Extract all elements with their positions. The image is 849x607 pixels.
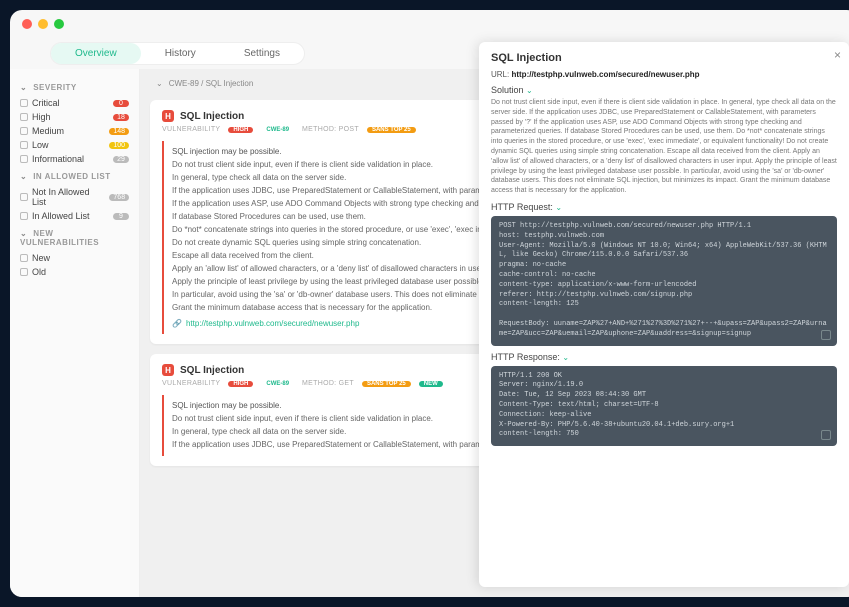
severity-icon: H (162, 364, 174, 376)
card-title: SQL Injection (180, 111, 244, 122)
filter-label: Informational (32, 154, 84, 164)
filter-in-allowed-list[interactable]: In Allowed List 9 (20, 209, 129, 223)
count-badge: 100 (109, 142, 129, 149)
new-badge: NEW (419, 381, 443, 387)
checkbox-icon[interactable] (20, 127, 28, 135)
checkbox-icon[interactable] (20, 113, 28, 121)
severity-badge: HIGH (228, 381, 253, 387)
count-badge: 9 (113, 213, 129, 220)
filter-medium[interactable]: Medium 148 (20, 124, 129, 138)
close-icon[interactable]: × (834, 48, 841, 62)
sans-badge: SANS TOP 25 (367, 127, 416, 133)
filter-low[interactable]: Low 100 (20, 138, 129, 152)
checkbox-icon[interactable] (20, 193, 28, 201)
request-heading[interactable]: HTTP Request: ⌄ (491, 202, 837, 212)
card-title: SQL Injection (180, 365, 244, 376)
filter-old[interactable]: Old (20, 265, 129, 279)
sidebar: ⌄SEVERITY Critical 0 High 18 Medium 148 Low 100… (10, 69, 140, 597)
titlebar (10, 10, 849, 38)
filter-label: Old (32, 267, 46, 277)
solution-text: Do not trust client side input, even if … (491, 98, 837, 196)
vuln-label: VULNERABILITY (162, 126, 220, 133)
tab-overview[interactable]: Overview (51, 43, 141, 64)
copy-icon[interactable] (821, 430, 831, 440)
tab-history[interactable]: History (141, 43, 220, 64)
count-badge: 18 (113, 114, 129, 121)
count-badge: 0 (113, 100, 129, 107)
response-heading[interactable]: HTTP Response: ⌄ (491, 352, 837, 362)
sidebar-newvuln-heading: ⌄NEW VULNERABILITIES (20, 229, 129, 247)
filter-label: Critical (32, 98, 60, 108)
copy-icon[interactable] (821, 330, 831, 340)
checkbox-icon[interactable] (20, 212, 28, 220)
filter-informational[interactable]: Informational 29 (20, 152, 129, 166)
filter-label: New (32, 253, 50, 263)
link-icon: 🔗 (172, 319, 182, 328)
filter-critical[interactable]: Critical 0 (20, 96, 129, 110)
tab-settings[interactable]: Settings (220, 43, 304, 64)
vuln-label: VULNERABILITY (162, 380, 220, 387)
checkbox-icon[interactable] (20, 254, 28, 262)
checkbox-icon[interactable] (20, 141, 28, 149)
severity-badge: HIGH (228, 127, 253, 133)
filter-label: Low (32, 140, 49, 150)
filter-high[interactable]: High 18 (20, 110, 129, 124)
request-code: POST http://testphp.vulnweb.com/secured/… (491, 216, 837, 346)
filter-new[interactable]: New (20, 251, 129, 265)
filter-label: In Allowed List (32, 211, 90, 221)
close-dot[interactable] (22, 19, 32, 29)
sidebar-allowed-heading: ⌄IN ALLOWED LIST (20, 172, 129, 181)
panel-title: SQL Injection (491, 52, 837, 64)
checkbox-icon[interactable] (20, 155, 28, 163)
app-window: Overview History Settings ⌄SEVERITY Crit… (10, 10, 849, 597)
vuln-url[interactable]: http://testphp.vulnweb.com/secured/newus… (186, 319, 359, 328)
cwe-badge: CWE-89 (261, 381, 294, 387)
filter-label: Medium (32, 126, 64, 136)
maximize-dot[interactable] (54, 19, 64, 29)
detail-panel: × SQL Injection URL: http://testphp.vuln… (479, 42, 849, 587)
filter-label: Not In Allowed List (32, 187, 105, 207)
minimize-dot[interactable] (38, 19, 48, 29)
count-badge: 29 (113, 156, 129, 163)
checkbox-icon[interactable] (20, 99, 28, 107)
sidebar-severity-heading: ⌄SEVERITY (20, 83, 129, 92)
panel-url: URL: http://testphp.vulnweb.com/secured/… (491, 70, 837, 79)
response-code: HTTP/1.1 200 OK Server: nginx/1.19.0 Dat… (491, 366, 837, 447)
cwe-badge: CWE-89 (261, 127, 294, 133)
filter-label: High (32, 112, 51, 122)
checkbox-icon[interactable] (20, 268, 28, 276)
filter-not-in-allowed-list[interactable]: Not In Allowed List 768 (20, 185, 129, 209)
method-label: METHOD: POST (302, 126, 359, 133)
count-badge: 148 (109, 128, 129, 135)
solution-heading[interactable]: Solution ⌄ (491, 85, 837, 95)
method-label: METHOD: GET (302, 380, 354, 387)
sans-badge: SANS TOP 25 (362, 381, 411, 387)
severity-icon: H (162, 110, 174, 122)
count-badge: 768 (109, 194, 129, 201)
